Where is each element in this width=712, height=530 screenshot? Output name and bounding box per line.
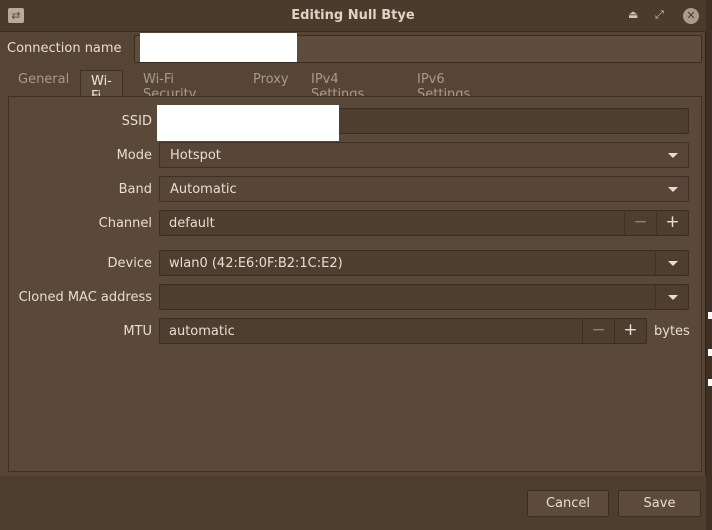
save-button[interactable]: Save <box>618 490 701 517</box>
redacted-ssid <box>157 105 339 141</box>
mode-value: Hotspot <box>170 148 221 163</box>
channel-label: Channel <box>98 216 152 231</box>
band-value: Automatic <box>170 182 237 197</box>
connection-name-label: Connection name <box>7 41 122 56</box>
chevron-down-icon[interactable] <box>668 261 678 266</box>
device-label: Device <box>107 256 152 271</box>
channel-decrement-button[interactable]: − <box>624 210 656 236</box>
mode-dropdown[interactable]: Hotspot <box>159 142 689 168</box>
redacted-connection-name <box>140 33 297 62</box>
title-bar: ⇄ Editing Null Btye ⏏ ⤢ ✕ <box>0 0 706 32</box>
ssid-label: SSID <box>121 114 152 129</box>
maximize-icon[interactable]: ⤢ <box>655 8 664 22</box>
background-mark <box>708 379 712 386</box>
chevron-down-icon <box>668 187 678 192</box>
mtu-label: MTU <box>123 324 152 339</box>
device-value: wlan0 (42:E6:0F:B2:1C:E2) <box>169 256 343 271</box>
mtu-decrement-button[interactable]: − <box>582 318 614 344</box>
channel-input[interactable]: default <box>159 210 689 236</box>
edit-connection-dialog: ⇄ Editing Null Btye ⏏ ⤢ ✕ Connection nam… <box>0 0 706 530</box>
channel-increment-button[interactable]: + <box>656 210 688 236</box>
band-dropdown[interactable]: Automatic <box>159 176 689 202</box>
chevron-down-icon[interactable] <box>668 295 678 300</box>
mtu-value: automatic <box>169 324 235 339</box>
cancel-button[interactable]: Cancel <box>527 490 609 517</box>
tab-general[interactable]: General <box>18 72 69 87</box>
cloned-mac-combo[interactable] <box>159 284 689 310</box>
tab-wifi[interactable]: Wi-Fi <box>80 70 123 104</box>
mtu-unit: bytes <box>654 324 690 339</box>
channel-value: default <box>169 216 215 231</box>
band-label: Band <box>118 182 152 197</box>
mtu-increment-button[interactable]: + <box>614 318 646 344</box>
background-mark <box>708 349 712 356</box>
mode-label: Mode <box>116 148 152 163</box>
tab-proxy[interactable]: Proxy <box>253 72 289 87</box>
device-combo[interactable]: wlan0 (42:E6:0F:B2:1C:E2) <box>159 250 689 276</box>
window-title: Editing Null Btye <box>291 8 415 23</box>
cloned-mac-label: Cloned MAC address <box>18 290 152 305</box>
chevron-down-icon <box>668 153 678 158</box>
background-mark <box>708 312 712 319</box>
close-icon[interactable]: ✕ <box>683 8 699 24</box>
shade-icon[interactable]: ⏏ <box>628 8 638 21</box>
mtu-input[interactable]: automatic <box>159 318 647 344</box>
